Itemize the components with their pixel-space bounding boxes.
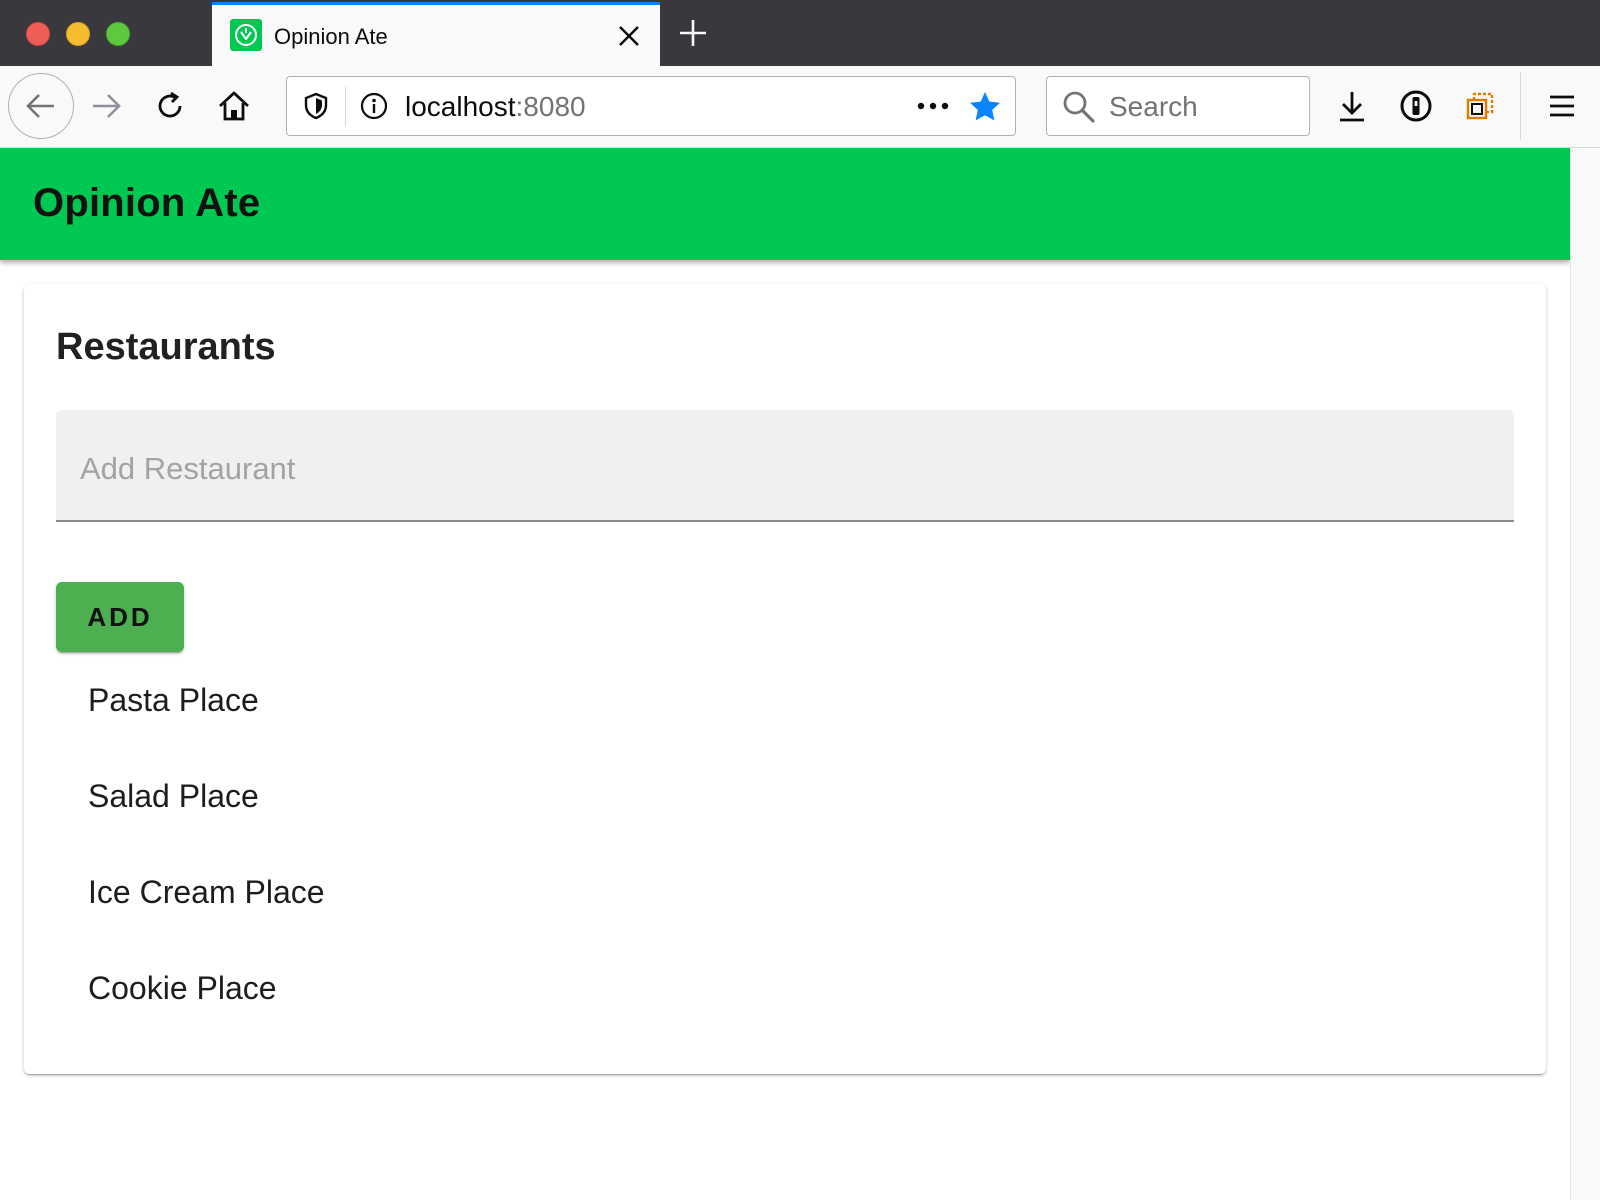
home-button[interactable] <box>212 84 256 128</box>
downloads-button[interactable] <box>1330 84 1374 128</box>
url-text[interactable]: localhost:8080 <box>405 91 586 123</box>
add-restaurant-field[interactable] <box>56 410 1514 522</box>
hamburger-menu-icon <box>1550 95 1574 117</box>
star-icon[interactable] <box>967 89 1003 125</box>
add-restaurant-input[interactable] <box>56 410 1514 520</box>
list-item[interactable]: Salad Place <box>56 748 1514 844</box>
menu-button[interactable] <box>1540 84 1584 128</box>
app-bar: Opinion Ate <box>0 148 1570 260</box>
address-bar[interactable]: localhost:8080 <box>286 76 1016 136</box>
extension-button[interactable] <box>1458 84 1502 128</box>
forward-button[interactable] <box>84 84 128 128</box>
browser-tab-active[interactable]: Opinion Ate <box>212 2 660 66</box>
restaurant-card: Restaurants ADD Pasta Place Salad Place … <box>24 284 1546 1074</box>
window-minimize-button[interactable] <box>66 22 90 46</box>
browser-tab-title: Opinion Ate <box>274 24 388 49</box>
reload-icon <box>158 91 182 118</box>
scrollbar-track[interactable] <box>1570 148 1600 1200</box>
address-bar-divider <box>345 87 346 127</box>
browser-toolbar: localhost:8080 Search <box>0 66 1600 148</box>
toolbar-separator <box>1520 72 1521 140</box>
password-manager-icon <box>1400 90 1432 122</box>
restaurant-list: Pasta Place Salad Place Ice Cream Place … <box>56 652 1514 1036</box>
search-icon <box>1061 89 1097 125</box>
list-item[interactable]: Cookie Place <box>56 940 1514 1036</box>
back-button[interactable] <box>8 73 74 139</box>
plus-icon[interactable] <box>678 18 708 48</box>
browser-tab-strip: Opinion Ate <box>0 0 1600 66</box>
reload-button[interactable] <box>148 84 192 128</box>
home-icon <box>219 91 249 121</box>
window-close-button[interactable] <box>26 22 50 46</box>
download-icon <box>1340 92 1364 122</box>
list-item[interactable]: Pasta Place <box>56 652 1514 748</box>
more-horizontal-icon[interactable] <box>913 93 953 119</box>
extension-icon <box>1466 92 1494 120</box>
shield-icon[interactable] <box>301 91 331 121</box>
info-icon[interactable] <box>359 91 389 121</box>
url-port: :8080 <box>515 91 586 122</box>
page-viewport: Opinion Ate Restaurants ADD Pasta Place … <box>0 148 1570 1200</box>
page-title: Restaurants <box>56 326 276 368</box>
add-button[interactable]: ADD <box>56 582 184 652</box>
search-placeholder: Search <box>1109 91 1198 122</box>
app-title: Opinion Ate <box>33 181 261 225</box>
search-bar[interactable]: Search <box>1046 76 1310 136</box>
opinion-ate-favicon-icon <box>230 19 262 51</box>
password-manager-button[interactable] <box>1394 84 1438 128</box>
arrow-left-icon <box>26 94 54 118</box>
url-host: localhost <box>405 91 516 122</box>
window-zoom-button[interactable] <box>106 22 130 46</box>
arrow-right-icon <box>93 94 121 118</box>
close-icon[interactable] <box>616 23 642 49</box>
list-item[interactable]: Ice Cream Place <box>56 844 1514 940</box>
